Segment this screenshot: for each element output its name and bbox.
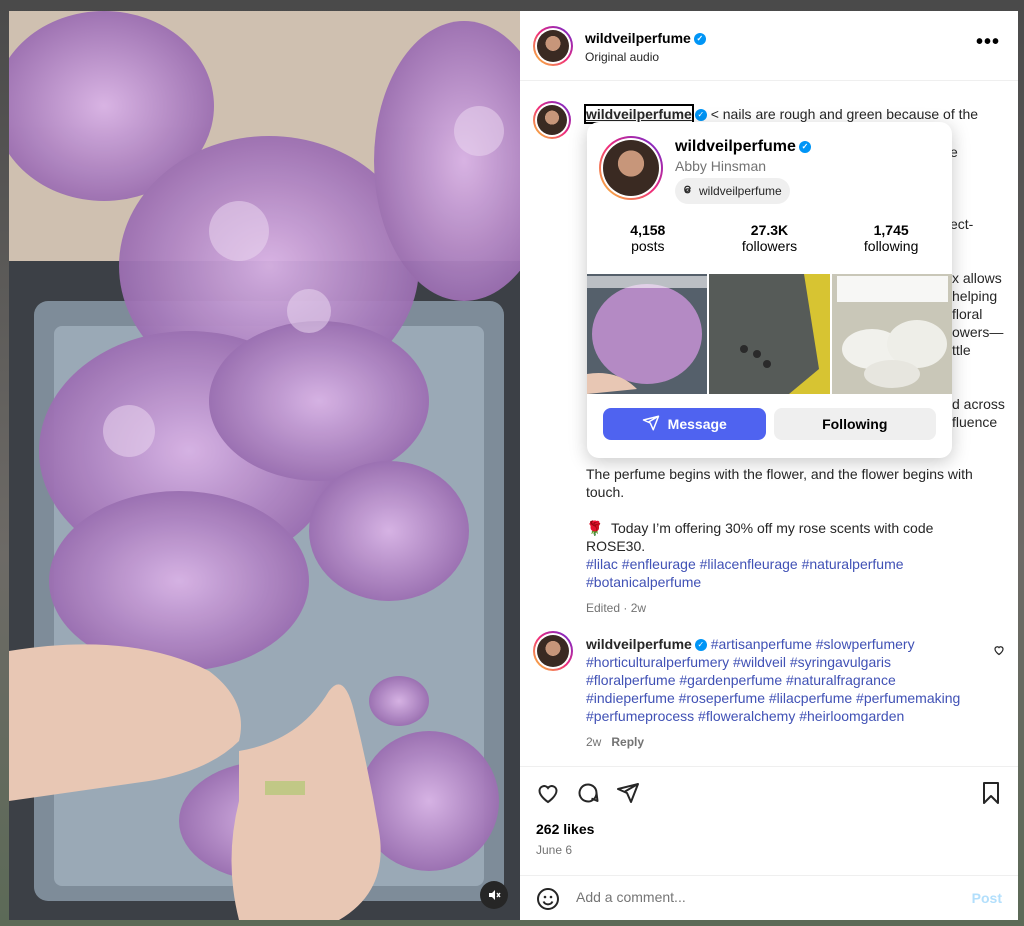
caption-fragment: ect- — [950, 216, 974, 232]
comment-username[interactable]: wildveilperfume — [586, 636, 692, 652]
caption-fragment: floral — [952, 306, 983, 322]
message-label: Message — [667, 416, 727, 432]
caption-username[interactable]: wildveilperfume — [584, 104, 694, 124]
thumbnail[interactable] — [587, 274, 708, 394]
stat-label: following — [863, 238, 919, 254]
post-author: wildveilperfume ✓ — [585, 30, 706, 46]
message-button[interactable]: Message — [603, 408, 766, 440]
hover-card-stats: 4,158 posts 27.3K followers 1,745 following — [587, 222, 952, 254]
post-comment-button[interactable]: Post — [972, 890, 1002, 906]
comment-time[interactable]: 2w — [586, 735, 601, 749]
stat-posts: 4,158 posts — [593, 222, 703, 254]
recent-posts-thumbnails — [587, 274, 952, 394]
avatar[interactable] — [533, 101, 571, 139]
threads-badge[interactable]: wildveilperfume — [675, 178, 790, 204]
mute-icon[interactable] — [480, 881, 508, 909]
bookmark-icon[interactable] — [980, 781, 1002, 810]
share-icon[interactable] — [616, 781, 640, 810]
stat-followers[interactable]: 27.3K followers — [714, 222, 824, 254]
thumbnail[interactable] — [709, 274, 830, 394]
caption-fragment: helping — [952, 288, 998, 304]
post-date[interactable]: June 6 — [536, 843, 572, 857]
caption-fragment: owers— — [952, 324, 1004, 340]
stat-value: 4,158 — [630, 222, 666, 238]
caption-closing: The perfume begins with the flower, and … — [586, 466, 973, 500]
offer-line: 🌹 Today I’m offering 30% off my rose sce… — [586, 519, 996, 555]
stat-label: posts — [631, 238, 665, 254]
caption-fragment: fluence — [952, 414, 998, 430]
verified-icon: ✓ — [694, 639, 707, 652]
audio-label[interactable]: Original audio — [585, 50, 659, 64]
more-icon[interactable]: ••• — [976, 31, 1000, 54]
hover-card-actions: Message Following — [603, 408, 936, 440]
threads-icon — [681, 183, 694, 199]
caption-hashtags[interactable]: #lilac #enfleurage #lilacenfleurage #nat… — [586, 555, 996, 573]
comment-icon[interactable] — [576, 781, 600, 810]
caption-fragment: x allows — [952, 270, 1002, 286]
verified-icon: ✓ — [694, 109, 707, 122]
verified-icon: ✓ — [693, 33, 706, 46]
author-username[interactable]: wildveilperfume — [585, 30, 691, 46]
stat-value: 1,745 — [873, 222, 909, 238]
edited-meta[interactable]: Edited · 2w — [586, 599, 646, 617]
hover-card-full-name: Abby Hinsman — [675, 158, 767, 174]
caption-hashtags[interactable]: #botanicalperfume — [586, 573, 996, 591]
avatar[interactable] — [533, 26, 573, 66]
caption-fragment: d across — [952, 396, 1005, 412]
avatar[interactable] — [533, 631, 573, 671]
heart-icon[interactable] — [536, 781, 560, 810]
likes-count[interactable]: 262 likes — [536, 821, 594, 837]
rose-icon: 🌹 — [586, 520, 604, 536]
reply-button[interactable]: Reply — [611, 735, 644, 749]
offer-text: Today I’m offering 30% off my rose scent… — [586, 520, 934, 554]
stat-value: 27.3K — [750, 222, 789, 238]
stat-label: followers — [741, 238, 798, 254]
post-header: wildveilperfume ✓ Original audio ••• — [520, 11, 1018, 81]
hover-card-username-row: wildveilperfume ✓ — [675, 138, 811, 156]
like-comment-icon[interactable] — [993, 643, 1005, 661]
emoji-icon[interactable] — [536, 887, 560, 916]
lilac-video-frame — [9, 11, 520, 920]
thumbnail[interactable] — [831, 274, 952, 394]
comment-meta: 2w Reply — [586, 733, 981, 751]
post-media[interactable] — [9, 11, 520, 920]
comment-input[interactable] — [576, 889, 956, 905]
post-actions: 262 likes June 6 Post — [520, 766, 1018, 920]
verified-icon: ✓ — [798, 140, 811, 153]
comment-body: wildveilperfume ✓ #artisanperfume #slowpe… — [586, 635, 981, 751]
profile-hover-card: wildveilperfume ✓ Abby Hinsman wildveilpe… — [587, 122, 952, 458]
send-icon — [642, 414, 660, 435]
hover-card-username[interactable]: wildveilperfume — [675, 138, 796, 155]
add-comment-bar: Post — [520, 875, 1018, 921]
avatar[interactable] — [599, 136, 663, 200]
caption-first-line: wildveilperfume ✓ < nails are rough and g… — [584, 104, 996, 124]
following-button[interactable]: Following — [773, 408, 936, 440]
caption-fragment: ttle — [952, 342, 971, 358]
stat-following[interactable]: 1,745 following — [836, 222, 946, 254]
threads-handle: wildveilperfume — [699, 184, 782, 198]
caption-start: < nails are rough and green because of t… — [710, 106, 979, 122]
